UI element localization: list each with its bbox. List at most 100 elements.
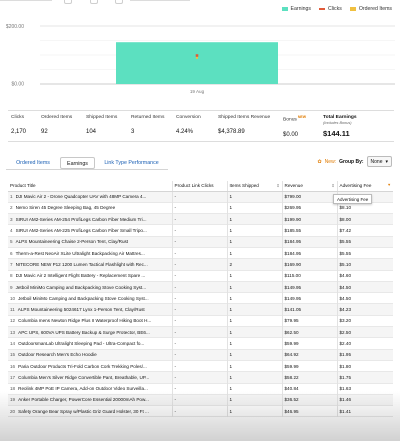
advertising-fee-cell: $1.46 [337,394,393,406]
legend-earnings[interactable]: Earnings [281,6,311,12]
column-header-revenue[interactable]: ⇳ Revenue [282,181,338,192]
row-number: 16 [10,363,16,369]
row-number: 10 [10,295,16,301]
advertising-fee-cell: $5.55 [337,236,393,248]
table-row[interactable]: 17 Columbia Men's Silver Ridge Convertibl… [8,371,393,384]
product-title-cell: 5 ALPS Mountaineering Chaise 2-Person Ten… [8,236,173,248]
row-number: 7 [10,261,13,267]
table-row[interactable]: 3 SIRUI AM2-Series AM-254 ProfiLegs Carbo… [8,213,393,225]
table-row[interactable]: 4 SIRUI AM2-Series AM-225 ProfiLegs Carbo… [8,224,393,237]
legend-ordered-items-label: Ordered Items [358,6,392,12]
table-row[interactable]: 19 Anker Portable Charger, PowerCore Esse… [8,394,393,406]
table-row[interactable]: 10 Jetboil MiniMo Camping and Backpacking… [8,292,393,304]
row-number: 19 [10,397,16,403]
items-shipped-cell: 1 [227,202,283,214]
column-header-label: Items Shipped [229,183,259,189]
top-handle-middle [90,0,98,4]
new-badge: NEW [297,115,307,119]
group-by-new-label: New: [324,158,337,165]
product-title-cell: 2 Nemo Siren 45 Degree Sleeping Bag, 45 D… [8,202,173,214]
table-row[interactable]: 16 Paria Outdoor Products Tri-Fold Carbon… [8,360,393,372]
revenue-cell: $149.95 [282,292,338,304]
product-link-clicks-cell: - [172,258,228,271]
product-title-cell: 14 OutdoorsmanLab Ultralight Sleeping Pad… [8,337,173,350]
product-title-cell: 1 DJI Mavic Air 2 - Drone Quadcopter UAV … [8,191,173,203]
items-shipped-cell: 1 [227,383,283,395]
product-title-cell: 17 Columbia Men's Silver Ridge Convertibl… [8,371,173,384]
product-title-cell: 13 APC UPS, 600VA UPS Battery Backup & Su… [8,326,173,338]
product-title-text: Columbia Men's Silver Ridge Convertible … [18,374,150,380]
product-link-clicks-cell: - [172,247,228,259]
product-title-cell: 9 Jetboil MiniMo Camping and Backpacking … [8,281,173,293]
table-row[interactable]: 9 Jetboil MiniMo Camping and Backpacking … [8,281,393,293]
table-row[interactable]: 15 Outdoor Research Men's Echo Hoodie -1 $6… [8,349,393,361]
items-shipped-cell: 1 [227,315,283,327]
legend-earnings-label: Earnings [290,6,311,12]
revenue-cell: $36.52 [282,394,338,406]
legend-ordered-items[interactable]: Ordered Items [349,6,392,12]
stat-sublabel: (Includes Bonus) [323,121,352,125]
revenue-cell: $269.95 [282,202,338,214]
revenue-cell: $141.05 [282,303,338,316]
table-row[interactable]: 18 Reolink 4MP PoE IP Camera, Add-on Outd… [8,383,393,395]
table-row[interactable]: 14 OutdoorsmanLab Ultralight Sleeping Pad… [8,337,393,350]
column-header-product-link-clicks[interactable]: Product Link Clicks [172,181,228,192]
table-row[interactable]: 11 ALPS Mountaineering 5024617 Lynx 1-Per… [8,303,393,316]
tab-link-type-performance[interactable]: Link Type Performance [95,157,168,169]
group-by-select[interactable]: None ▾ [366,156,392,167]
table-row[interactable]: 20 Safety Orange Bear Spray w/Plastic Gri… [8,405,393,417]
revenue-cell: $184.95 [282,247,338,259]
stat-label: Total Earnings [323,115,357,120]
row-number: 14 [10,341,16,346]
advertising-fee-cell: $1.95 [337,349,393,361]
tab-ordered-items[interactable]: Ordered Items [6,157,60,169]
table-row[interactable]: 5 ALPS Mountaineering Chaise 2-Person Ten… [8,236,393,248]
row-number: 9 [10,284,13,290]
product-title-cell: 6 Therm-a-Rest NeoAir XLite Ultralight Ba… [8,247,173,259]
revenue-cell: $46.95 [282,405,338,417]
stat-label: Shipped Items Revenue [218,115,271,120]
table-row[interactable]: 8 DJI Mavic Air 2 Intelligent Flight Batt… [8,270,393,282]
table-row[interactable]: 13 APC UPS, 600VA UPS Battery Backup & Su… [8,326,393,338]
stat-label: Ordered Items [41,115,73,120]
table-row[interactable]: 6 Therm-a-Rest NeoAir XLite Ultralight Ba… [8,247,393,259]
stat-value: $144.11 [323,129,350,138]
product-link-clicks-cell: - [172,270,228,282]
product-title-text: NITECORE NEW P12 1200 Lumen Tactical Fla… [15,261,148,267]
column-header-product-title[interactable]: Product Title [8,181,173,192]
column-header-advertising-fee[interactable]: ▼ Advertising Fee [337,181,393,192]
legend-clicks[interactable]: Clicks [319,6,342,12]
revenue-cell: $169.90 [282,258,338,271]
product-link-clicks-cell: - [172,292,228,304]
product-title-text: Anker Portable Charger, PowerCore Essent… [18,397,149,403]
top-handle-right [115,0,123,4]
row-number: 11 [10,307,15,313]
row-number: 18 [10,386,16,392]
tab-earnings[interactable]: Earnings [60,157,95,169]
y-tick-label: $0.00 [11,82,24,88]
advertising-fee-cell: $4.50 [337,292,393,304]
product-title-text: Nemo Siren 45 Degree Sleeping Bag, 45 De… [15,205,116,211]
stat-conversion: Conversion 4.24% [173,111,215,141]
product-link-clicks-cell: - [172,315,228,327]
legend-clicks-label: Clicks [328,6,342,12]
product-title-text: OutdoorsmanLab Ultralight Sleeping Pad -… [18,341,145,346]
items-shipped-cell: 1 [227,326,283,338]
table-row[interactable]: 7 NITECORE NEW P12 1200 Lumen Tactical Fl… [8,258,393,271]
column-header-label: Revenue [284,183,303,189]
earnings-bar [116,42,278,84]
advertising-fee-cell: $1.75 [337,371,393,384]
row-number: 8 [10,273,13,279]
product-title-cell: 8 DJI Mavic Air 2 Intelligent Flight Batt… [8,270,173,282]
product-title-text: Jetboil MiniMo Camping and Backpacking S… [15,284,147,290]
product-title-cell: 10 Jetboil MiniMo Camping and Backpacking… [8,292,173,304]
product-link-clicks-cell: - [172,371,228,384]
sort-icon: ⇳ [331,184,335,189]
stat-value: 2,170 [11,129,27,135]
table-row[interactable]: 12 Columbia mens Newton Ridge Plus II Wat… [8,315,393,327]
stat-label: Returned Items [131,115,165,120]
row-number: 2 [10,205,13,211]
product-title-cell: 15 Outdoor Research Men's Echo Hoodie [8,349,173,361]
column-header-items-shipped[interactable]: ⇳ Items Shipped [227,181,283,192]
product-title-text: DJI Mavic Air 2 Intelligent Flight Batte… [15,273,146,279]
